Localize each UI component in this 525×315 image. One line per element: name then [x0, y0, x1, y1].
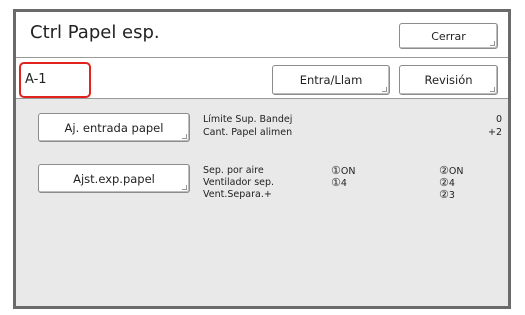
separator-fan-plus-col2: ②3 — [439, 188, 455, 202]
separator-fan-plus-label: Vent.Separa.+ — [203, 189, 272, 200]
paper-feed-adjust-button[interactable]: Aj. entrada papel — [38, 113, 190, 142]
separator-fan-label: Ventilador sep. — [203, 177, 275, 188]
special-paper-control-panel: Ctrl Papel esp. Cerrar A-1 Entra/Llam Re… — [13, 9, 511, 309]
close-button[interactable]: Cerrar — [399, 23, 498, 49]
entry-recall-button[interactable]: Entra/Llam — [272, 65, 390, 95]
page-title: Ctrl Papel esp. — [30, 22, 160, 43]
paper-feed-amount-value: +2 — [487, 127, 502, 138]
settings-bar: A-1 Entra/Llam Revisión — [16, 58, 508, 99]
separator-fan-col1: ①4 — [331, 176, 347, 190]
header-bar: Ctrl Papel esp. Cerrar — [16, 12, 508, 58]
review-button[interactable]: Revisión — [399, 65, 498, 95]
paper-feed-amount-label: Cant. Papel alimen — [203, 127, 293, 138]
tray-upper-limit-label: Límite Sup. Bandej — [203, 114, 293, 125]
air-separation-label: Sep. por aire — [203, 165, 264, 176]
paper-eject-adjust-button[interactable]: Ajst.exp.papel — [38, 164, 190, 193]
selected-setting-code[interactable]: A-1 — [19, 62, 91, 98]
tray-upper-limit-value: 0 — [495, 114, 502, 125]
